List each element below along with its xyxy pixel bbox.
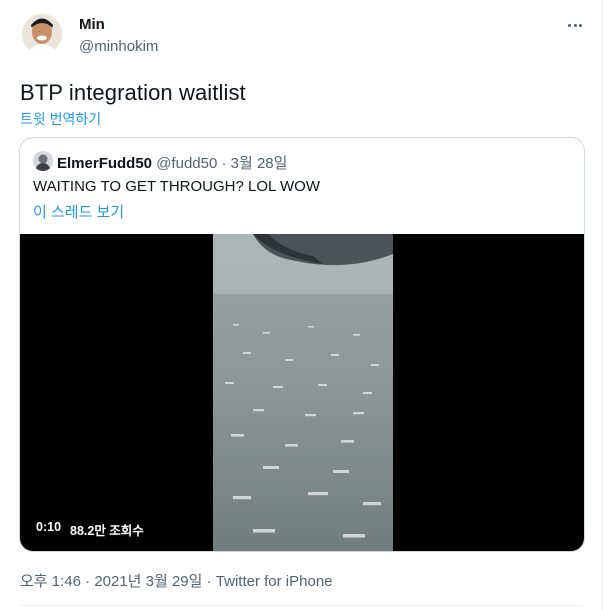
author-handle[interactable]: @minhokim (79, 38, 158, 55)
quoted-text: WAITING TO GET THROUGH? LOL WOW (33, 178, 320, 195)
show-thread-link[interactable]: 이 스레드 보기 (33, 201, 124, 222)
video-views: 88.2만 조회수 (70, 524, 144, 538)
metadata-separator: · (202, 573, 216, 590)
video-time: 0:10 (36, 520, 62, 534)
video-frame (213, 234, 393, 551)
quoted-header: ElmerFudd50 @fudd50 · 3월 28일 (57, 152, 287, 173)
tweet-source[interactable]: Twitter for iPhone (216, 573, 333, 590)
quoted-tweet[interactable]: ElmerFudd50 @fudd50 · 3월 28일 WAITING TO … (19, 137, 585, 552)
tweet-card: Min @minhokim BTP integration waitlist 트… (0, 0, 603, 610)
more-horizontal-icon[interactable] (564, 14, 586, 36)
divider (20, 605, 583, 606)
quoted-author-avatar[interactable] (33, 151, 53, 171)
quoted-display-name[interactable]: ElmerFudd50 (57, 155, 152, 172)
metadata-separator: · (80, 573, 95, 590)
quoted-handle[interactable]: @fudd50 (156, 155, 217, 172)
quoted-separator: · (217, 155, 231, 172)
tweet-metadata: 오후 1:46 · 2021년 3월 29일 · Twitter for iPh… (20, 570, 333, 591)
quoted-date[interactable]: 3월 28일 (231, 155, 288, 172)
author-display-name[interactable]: Min (79, 16, 105, 33)
tweet-time[interactable]: 오후 1:46 (20, 573, 81, 590)
tweet-text: BTP integration waitlist (20, 80, 246, 105)
video-player[interactable]: 0:10 88.2만 조회수 (20, 234, 584, 551)
tweet-date[interactable]: 2021년 3월 29일 (94, 573, 202, 590)
translate-tweet-link[interactable]: 트윗 번역하기 (20, 109, 101, 129)
author-avatar[interactable] (22, 14, 62, 54)
